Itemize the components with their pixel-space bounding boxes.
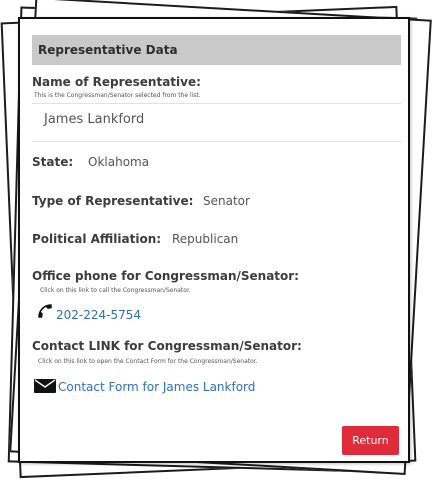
type-label: Type of Representative: — [32, 194, 194, 208]
state-value: Oklahoma — [88, 155, 150, 169]
phone-label: Office phone for Congressman/Senator: — [32, 269, 299, 283]
phone-icon — [36, 302, 54, 324]
name-field: James Lankford — [32, 103, 401, 142]
contact-label: Contact LINK for Congressman/Senator: — [32, 339, 302, 353]
affiliation-value: Republican — [172, 232, 239, 246]
phone-hint: Click on this link to call the Congressm… — [40, 287, 191, 294]
affiliation-label: Political Affiliation: — [32, 232, 162, 246]
contact-hint: Click on this link to open the Contact F… — [38, 358, 258, 365]
envelope-icon — [34, 378, 56, 397]
card-title: Representative Data — [38, 43, 178, 57]
return-button[interactable]: Return — [342, 426, 399, 455]
name-hint: This is the Congressman/Senator selected… — [34, 92, 201, 99]
representative-card: Representative Data Name of Representati… — [18, 17, 410, 463]
card-header: Representative Data — [32, 35, 401, 65]
name-label: Name of Representative: — [32, 75, 201, 89]
type-value: Senator — [203, 194, 250, 208]
state-label: State: — [32, 155, 74, 169]
representative-name: James Lankford — [44, 112, 145, 127]
phone-link[interactable]: 202-224-5754 — [56, 308, 141, 322]
contact-form-link[interactable]: Contact Form for James Lankford — [58, 380, 255, 394]
